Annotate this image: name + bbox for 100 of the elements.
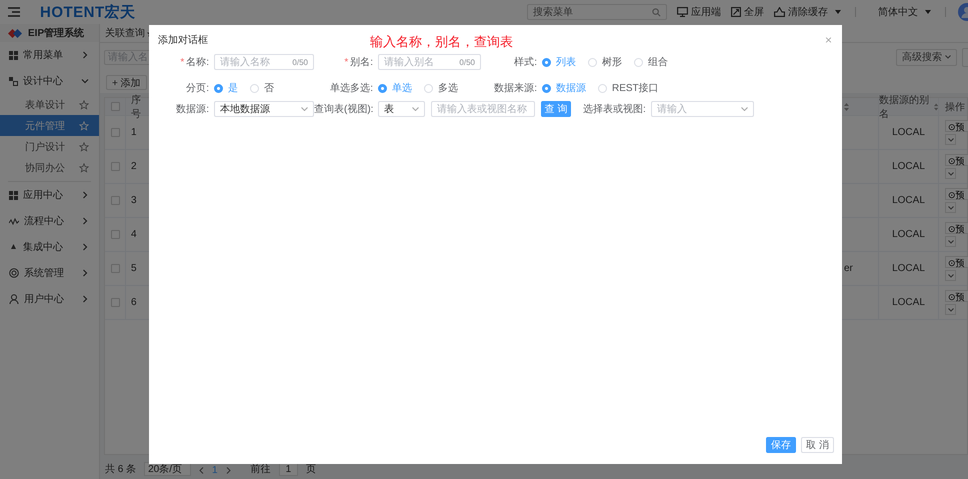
chevron-down-icon <box>948 138 954 142</box>
sidebar-item[interactable]: 常用菜单 <box>0 42 99 68</box>
sidebar-item[interactable]: 集成中心 <box>0 234 99 260</box>
star-icon[interactable] <box>79 162 89 172</box>
field-label: * 名称: <box>179 56 210 69</box>
table-cell: LOCAL <box>892 263 925 274</box>
preview-button[interactable]: ⊙预 <box>945 256 968 268</box>
sidebar-subitem[interactable]: 门户设计 <box>0 136 99 157</box>
save-button[interactable]: 保存 <box>766 437 796 453</box>
caret-icon <box>925 10 931 14</box>
more-button[interactable] <box>945 134 956 145</box>
checkbox[interactable] <box>110 128 120 137</box>
sidebar-item[interactable]: 设计中心 <box>0 68 99 94</box>
radio-option[interactable]: REST接口 <box>598 81 659 95</box>
chevron-down-icon <box>740 107 748 111</box>
input-field[interactable]: 请输入别名 0/50 <box>378 54 481 70</box>
more-button[interactable] <box>945 270 956 281</box>
checkbox[interactable] <box>110 298 120 307</box>
table-cell: LOCAL <box>892 195 925 206</box>
table-cell: LOCAL <box>892 161 925 172</box>
table-cell: 1 <box>131 127 137 138</box>
chevron-right-icon <box>81 269 89 277</box>
advanced-search-button[interactable]: 高级搜索 <box>896 48 957 66</box>
chevron-right-icon <box>81 295 89 303</box>
field-label: 数据来源: <box>493 82 538 95</box>
sort-icon[interactable] <box>844 102 849 110</box>
field-label: 单选多选: <box>329 82 374 95</box>
more-button[interactable] <box>945 304 956 315</box>
logo-icon <box>8 28 22 38</box>
preview-button[interactable]: ⊙预 <box>945 154 968 166</box>
sidebar-subitem[interactable]: 协同办公 <box>0 157 99 178</box>
chevron-right-icon <box>81 217 89 225</box>
user-icon <box>9 294 19 304</box>
radio-option[interactable]: 组合 <box>634 55 668 69</box>
sort-icon[interactable] <box>934 102 938 110</box>
preview-button[interactable]: ⊙预 <box>945 290 968 302</box>
radio-option[interactable]: 单选 <box>378 81 412 95</box>
target-icon <box>9 268 19 278</box>
more-button[interactable] <box>945 202 956 213</box>
sidebar-item[interactable]: 系统管理 <box>0 260 99 286</box>
sidebar-subitem[interactable]: 表单设计 <box>0 94 99 115</box>
chevron-down-icon <box>412 107 419 111</box>
wave-icon <box>9 218 19 224</box>
cancel-button[interactable]: 取 消 <box>801 437 834 453</box>
header-action[interactable]: 全屏 <box>731 5 764 19</box>
squares-icon <box>9 76 18 86</box>
close-button[interactable]: × <box>824 32 832 46</box>
more-button[interactable] <box>945 236 956 247</box>
table-cell: 6 <box>131 297 137 308</box>
dialog-title: 添加对话框 <box>158 34 209 46</box>
header-action[interactable]: 清除缓存 <box>774 5 841 19</box>
fullscreen-icon <box>731 7 741 17</box>
radio-option[interactable]: 是 <box>214 81 238 95</box>
preview-button[interactable]: ⊙预 <box>945 120 968 132</box>
triangle-icon <box>9 242 18 252</box>
chevron-right-icon <box>81 243 89 251</box>
table-cell: er <box>844 263 853 274</box>
header-action[interactable]: 应用端 <box>677 5 721 19</box>
sidebar-item[interactable]: 流程中心 <box>0 208 99 234</box>
radio-option[interactable]: 多选 <box>424 81 458 95</box>
goto-label: 前往 <box>250 463 271 476</box>
select-field[interactable]: 表 <box>378 101 425 117</box>
header-action[interactable]: 简体中文 <box>878 5 931 19</box>
chevron-right-icon <box>81 51 89 59</box>
grid-icon <box>9 190 18 200</box>
table-cell: 5 <box>131 263 137 274</box>
checkbox[interactable] <box>110 102 120 111</box>
chevron-down-icon <box>945 55 951 59</box>
radio-option[interactable]: 数据源 <box>542 81 586 95</box>
checkbox[interactable] <box>110 196 120 205</box>
checkbox[interactable] <box>110 162 120 171</box>
radio-option[interactable]: 列表 <box>542 55 576 69</box>
next-page-icon[interactable] <box>226 467 231 474</box>
input-field[interactable]: 请输入名称 0/50 <box>214 54 314 70</box>
star-icon[interactable] <box>79 100 89 110</box>
page-input[interactable]: 1 <box>278 463 298 476</box>
add-button[interactable]: + 添加 <box>106 74 147 90</box>
total-count: 共 6 条 <box>105 462 136 476</box>
star-icon[interactable] <box>79 142 89 152</box>
select-field[interactable]: 本地数据源 <box>214 101 314 117</box>
table-cell: 3 <box>131 195 137 206</box>
query-button[interactable]: 查 询 <box>541 101 571 117</box>
sidebar-item[interactable]: 应用中心 <box>0 182 99 208</box>
page-suffix: 页 <box>306 463 316 476</box>
chevron-down-icon <box>948 240 954 244</box>
annotation-text: 输入名称，别名，查询表 <box>370 32 513 50</box>
preview-button[interactable]: ⊙预 <box>945 222 968 234</box>
sidebar-subitem[interactable]: 元件管理 <box>0 115 99 136</box>
checkbox[interactable] <box>110 230 120 239</box>
search-field[interactable]: 搜索菜单 <box>527 4 667 20</box>
grid-icon <box>9 50 18 60</box>
radio-option[interactable]: 否 <box>250 81 274 95</box>
checkbox[interactable] <box>110 264 120 273</box>
previous-page-icon[interactable] <box>199 467 204 474</box>
more-button[interactable] <box>945 168 956 179</box>
preview-button[interactable]: ⊙预 <box>945 188 968 200</box>
radio-option[interactable]: 树形 <box>588 55 622 69</box>
sidebar-item[interactable]: 用户中心 <box>0 286 99 312</box>
menu-icon[interactable] <box>8 7 20 17</box>
house-icon <box>774 7 785 17</box>
